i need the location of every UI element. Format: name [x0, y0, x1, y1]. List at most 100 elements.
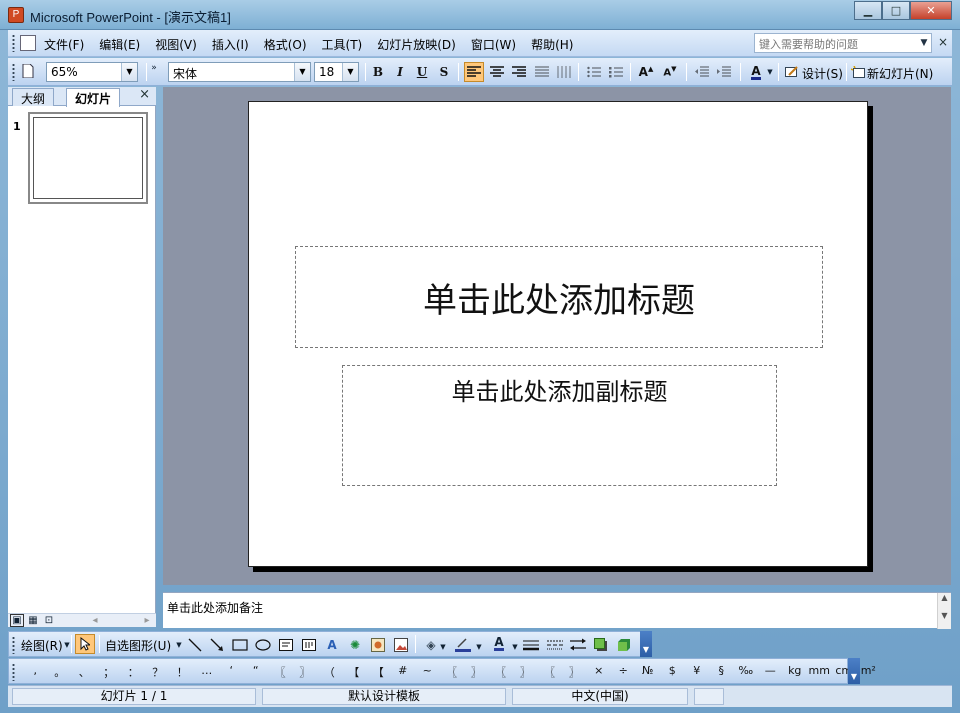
wordart-icon[interactable]: A	[324, 637, 340, 653]
toolbar-options-icon[interactable]: ▼	[640, 631, 652, 657]
toolbar-options-icon[interactable]: »	[149, 60, 159, 76]
chevron-down-icon[interactable]: ▼	[511, 639, 519, 655]
symbol-button[interactable]: ？	[146, 664, 171, 680]
symbol-button[interactable]: 【	[366, 664, 391, 680]
numbering-button[interactable]	[584, 62, 604, 82]
chevron-down-icon[interactable]: ▼	[439, 639, 447, 655]
new-slide-button[interactable]: 新幻灯片(N)	[867, 65, 933, 82]
bullets-button[interactable]	[606, 62, 626, 82]
slide[interactable]: 单击此处添加标题 单击此处添加副标题	[248, 101, 868, 567]
symbol-button[interactable]: ÷	[611, 664, 636, 680]
symbol-button[interactable]: ！	[170, 664, 195, 680]
font-color-draw-icon[interactable]: A	[491, 636, 507, 652]
symbol-button[interactable]: mm	[807, 664, 832, 680]
bold-button[interactable]: B	[368, 62, 388, 82]
line-style-icon[interactable]	[523, 637, 539, 653]
dash-style-icon[interactable]	[547, 637, 563, 653]
font-size-select[interactable]: 18 ▼	[314, 62, 359, 82]
shadow-style-icon[interactable]	[593, 637, 609, 653]
chevron-down-icon[interactable]: ▼	[475, 639, 483, 655]
symbol-button[interactable]: §	[709, 664, 734, 680]
fill-color-icon[interactable]: ◈	[423, 637, 439, 653]
symbol-button[interactable]: 〖	[440, 664, 465, 680]
toolbar-grip[interactable]	[12, 34, 15, 52]
increase-font-button[interactable]: A▲	[636, 62, 656, 82]
font-color-button[interactable]: A	[746, 62, 766, 82]
oval-icon[interactable]	[255, 637, 271, 653]
toolbar-grip[interactable]	[12, 636, 15, 654]
powerpoint-icon[interactable]: P	[8, 7, 24, 23]
symbol-button[interactable]: ‘	[219, 664, 244, 680]
arrow-style-icon[interactable]	[570, 637, 586, 653]
select-objects-button[interactable]	[75, 634, 95, 654]
font-name-select[interactable]: 宋体 ▼	[168, 62, 311, 82]
slide-sorter-view-icon[interactable]: ▦	[26, 614, 40, 627]
symbol-button[interactable]: —	[758, 664, 783, 680]
chevron-down-icon[interactable]: ▼	[63, 637, 71, 653]
draw-menu-button[interactable]: 绘图(R)	[21, 637, 63, 654]
zoom-select[interactable]: 65% ▼	[46, 62, 138, 82]
chevron-down-icon[interactable]: ▼	[294, 63, 310, 81]
chevron-down-icon[interactable]: ▼	[917, 34, 931, 52]
symbol-button[interactable]: 〖	[489, 664, 514, 680]
scroll-left-icon[interactable]: ◂	[88, 614, 102, 627]
minimize-button[interactable]: ▁	[854, 1, 882, 20]
symbol-button[interactable]: kg	[783, 664, 808, 680]
symbol-button[interactable]: $	[660, 664, 685, 680]
tab-slides[interactable]: 幻灯片	[66, 88, 121, 107]
symbol-button[interactable]: 、	[72, 664, 97, 680]
document-icon[interactable]	[20, 35, 36, 51]
symbol-button[interactable]: 。	[48, 664, 73, 680]
increase-indent-button[interactable]	[714, 62, 734, 82]
symbol-button[interactable]: №	[636, 664, 661, 680]
scroll-right-icon[interactable]: ▸	[140, 614, 154, 627]
rectangle-icon[interactable]	[232, 637, 248, 653]
menu-view[interactable]: 视图(V)	[155, 36, 197, 53]
help-search-input[interactable]: 键入需要帮助的问题 ▼	[754, 33, 932, 53]
design-button[interactable]: 设计(S)	[802, 65, 843, 82]
chevron-down-icon[interactable]: ▼	[342, 63, 358, 81]
toolbar-grip[interactable]	[12, 663, 15, 681]
distribute-button[interactable]	[554, 62, 574, 82]
symbol-button[interactable]: ~	[415, 664, 440, 680]
menu-format[interactable]: 格式(O)	[264, 36, 307, 53]
align-left-button[interactable]	[464, 62, 484, 82]
slideshow-view-icon[interactable]: ⊡	[42, 614, 56, 627]
symbol-button[interactable]: ；	[97, 664, 122, 680]
tab-outline[interactable]: 大纲	[12, 88, 55, 106]
picture-icon[interactable]	[393, 637, 409, 653]
symbol-button[interactable]: …	[195, 664, 220, 680]
symbol-button[interactable]: ‰	[734, 664, 759, 680]
italic-button[interactable]: I	[390, 62, 410, 82]
symbol-button[interactable]: “	[244, 664, 269, 680]
text-box-icon[interactable]	[278, 637, 294, 653]
3d-style-icon[interactable]	[616, 637, 632, 653]
shadow-button[interactable]: S	[434, 62, 454, 82]
document-close-button[interactable]: ×	[938, 35, 948, 49]
menu-edit[interactable]: 编辑(E)	[99, 36, 140, 53]
menu-slideshow[interactable]: 幻灯片放映(D)	[377, 36, 456, 53]
clip-art-icon[interactable]	[370, 637, 386, 653]
chevron-down-icon[interactable]: ▼	[175, 637, 183, 653]
justify-button[interactable]	[532, 62, 552, 82]
new-document-icon[interactable]	[20, 63, 36, 79]
toolbar-options-icon[interactable]: ▼	[848, 658, 860, 684]
underline-button[interactable]: U	[412, 62, 432, 82]
status-template[interactable]: 默认设计模板	[262, 688, 506, 705]
decrease-indent-button[interactable]	[692, 62, 712, 82]
line-color-icon[interactable]	[455, 637, 471, 653]
menu-window[interactable]: 窗口(W)	[471, 36, 516, 53]
autoshapes-button[interactable]: 自选图形(U)	[105, 637, 171, 654]
normal-view-icon[interactable]: ▣	[10, 614, 24, 627]
title-placeholder[interactable]: 单击此处添加标题	[295, 246, 823, 348]
arrow-icon[interactable]	[209, 637, 225, 653]
symbol-button[interactable]: ¥	[685, 664, 710, 680]
chevron-down-icon[interactable]: ▼	[121, 63, 137, 81]
toolbar-grip[interactable]	[12, 63, 15, 81]
menu-file[interactable]: 文件(F)	[44, 36, 84, 53]
align-center-button[interactable]	[487, 62, 507, 82]
notes-pane[interactable]: 单击此处添加备注 ▲ ▼	[163, 592, 951, 629]
symbol-button[interactable]: #	[391, 664, 416, 680]
diagram-icon[interactable]: ✺	[347, 637, 363, 653]
symbol-button[interactable]: 〖	[268, 664, 293, 680]
